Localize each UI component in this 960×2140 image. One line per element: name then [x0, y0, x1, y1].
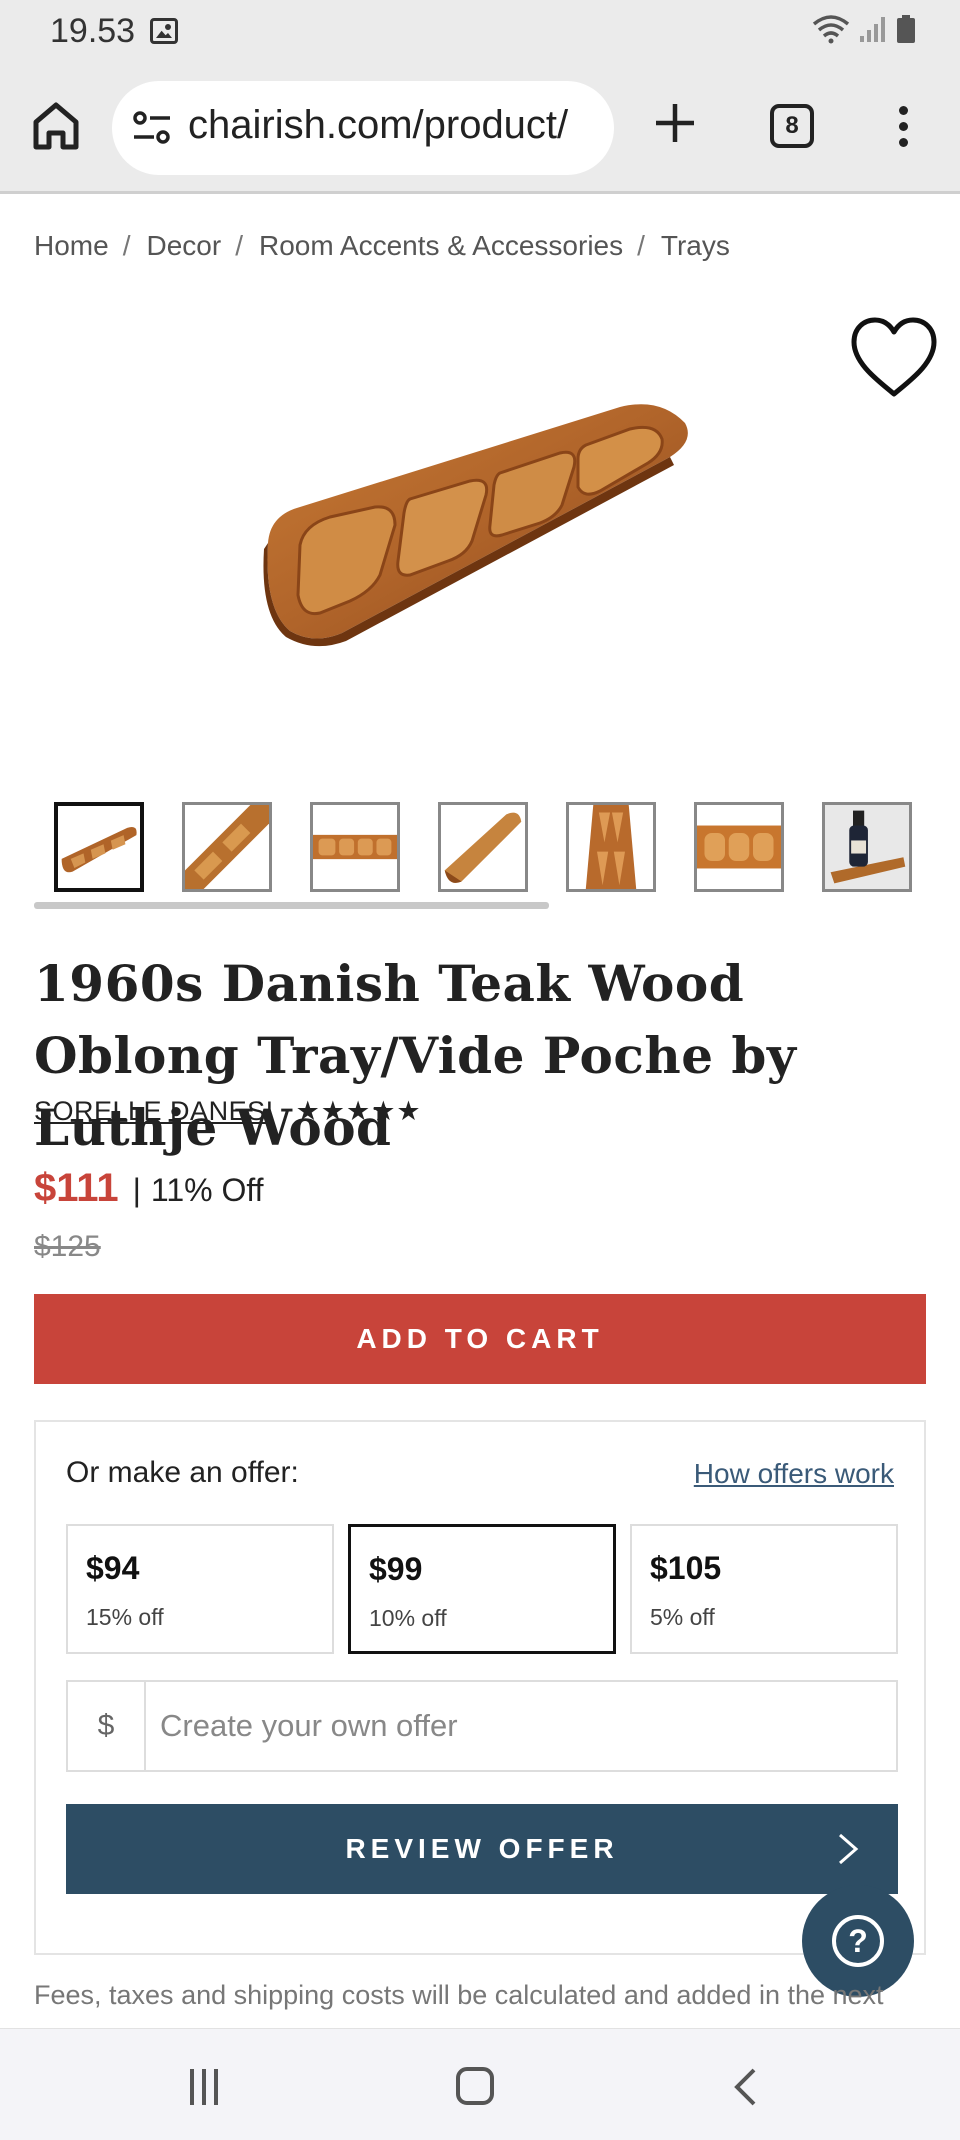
- offer-option-5[interactable]: $105 5% off: [630, 1524, 898, 1654]
- breadcrumb: Home / Decor / Room Accents & Accessorie…: [34, 230, 730, 262]
- url-text[interactable]: chairish.com/product/: [188, 103, 608, 148]
- discount-label: 11% Off: [150, 1172, 264, 1208]
- site-settings-icon[interactable]: [132, 109, 172, 147]
- offer-amount: $99: [369, 1551, 423, 1587]
- offer-percent: 5% off: [650, 1604, 715, 1630]
- battery-icon: [897, 15, 915, 43]
- add-to-cart-button[interactable]: ADD TO CART: [34, 1294, 926, 1384]
- thumbnail-6[interactable]: [694, 802, 784, 892]
- offer-option-10[interactable]: $99 10% off: [348, 1524, 616, 1654]
- offer-amount: $94: [86, 1550, 140, 1586]
- thumbnail-4[interactable]: [438, 802, 528, 892]
- thumbnail-strip: [54, 802, 934, 892]
- seller-row: SORELLE DANESI ★★★★★: [34, 1096, 422, 1127]
- price-separator: |: [132, 1172, 141, 1208]
- address-bar[interactable]: chairish.com/product/: [112, 81, 614, 175]
- offer-heading: Or make an offer:: [66, 1456, 299, 1489]
- seller-link[interactable]: SORELLE DANESI: [34, 1096, 274, 1127]
- new-tab-plus-icon[interactable]: [652, 100, 698, 146]
- chevron-right-icon: [839, 1833, 859, 1865]
- product-image-teak-tray[interactable]: [260, 395, 700, 655]
- original-price: $125: [34, 1230, 101, 1263]
- system-home-icon[interactable]: [456, 2067, 494, 2105]
- favorite-heart-icon[interactable]: [850, 316, 938, 400]
- breadcrumb-trays[interactable]: Trays: [661, 230, 730, 262]
- offer-percent: 15% off: [86, 1604, 164, 1630]
- status-bar: 19.53: [0, 0, 960, 62]
- wifi-icon: [812, 15, 850, 44]
- breadcrumb-room-accents[interactable]: Room Accents & Accessories: [259, 230, 623, 262]
- offer-amount: $105: [650, 1550, 722, 1586]
- home-icon[interactable]: [30, 100, 82, 152]
- review-offer-button[interactable]: REVIEW OFFER: [66, 1804, 898, 1894]
- browser-toolbar: chairish.com/product/ 8: [0, 62, 960, 194]
- breadcrumb-separator: /: [235, 230, 243, 261]
- seller-rating-stars: ★★★★★: [295, 1096, 422, 1126]
- thumbnail-7[interactable]: [822, 802, 912, 892]
- more-menu-icon[interactable]: [890, 106, 916, 152]
- price-row: $111 | 11% Off: [34, 1166, 264, 1211]
- signal-icon: [860, 17, 885, 42]
- product-title: 1960s Danish Teak Wood Oblong Tray/Vide …: [34, 954, 797, 1157]
- back-icon[interactable]: [732, 2067, 758, 2107]
- breadcrumb-separator: /: [637, 230, 645, 261]
- recent-apps-icon[interactable]: [190, 2069, 226, 2105]
- custom-offer-input[interactable]: [160, 1700, 860, 1752]
- tab-switcher-button[interactable]: 8: [770, 104, 814, 148]
- review-offer-label: REVIEW OFFER: [345, 1833, 619, 1864]
- thumbnail-1[interactable]: [54, 802, 144, 892]
- custom-offer-field: $: [66, 1680, 898, 1772]
- make-offer-panel: Or make an offer: How offers work $94 15…: [34, 1420, 926, 1955]
- status-indicators: [812, 14, 916, 44]
- thumbnail-3[interactable]: [310, 802, 400, 892]
- help-icon: ?: [832, 1915, 884, 1967]
- thumbnail-2[interactable]: [182, 802, 272, 892]
- gallery-notification-icon: [150, 18, 178, 44]
- breadcrumb-separator: /: [122, 230, 131, 261]
- breadcrumb-decor[interactable]: Decor: [146, 230, 221, 262]
- currency-prefix: $: [68, 1682, 146, 1770]
- offer-percent: 10% off: [369, 1605, 447, 1631]
- thumbnail-5[interactable]: [566, 802, 656, 892]
- breadcrumb-home[interactable]: Home: [34, 230, 109, 262]
- status-time: 19.53: [50, 12, 136, 50]
- how-offers-work-link[interactable]: How offers work: [694, 1458, 894, 1490]
- current-price: $111: [34, 1166, 119, 1210]
- fees-note: Fees, taxes and shipping costs will be c…: [34, 1980, 884, 2010]
- system-navigation-bar: [0, 2028, 960, 2140]
- offer-option-15[interactable]: $94 15% off: [66, 1524, 334, 1654]
- thumbnail-scroll-indicator: [34, 902, 549, 909]
